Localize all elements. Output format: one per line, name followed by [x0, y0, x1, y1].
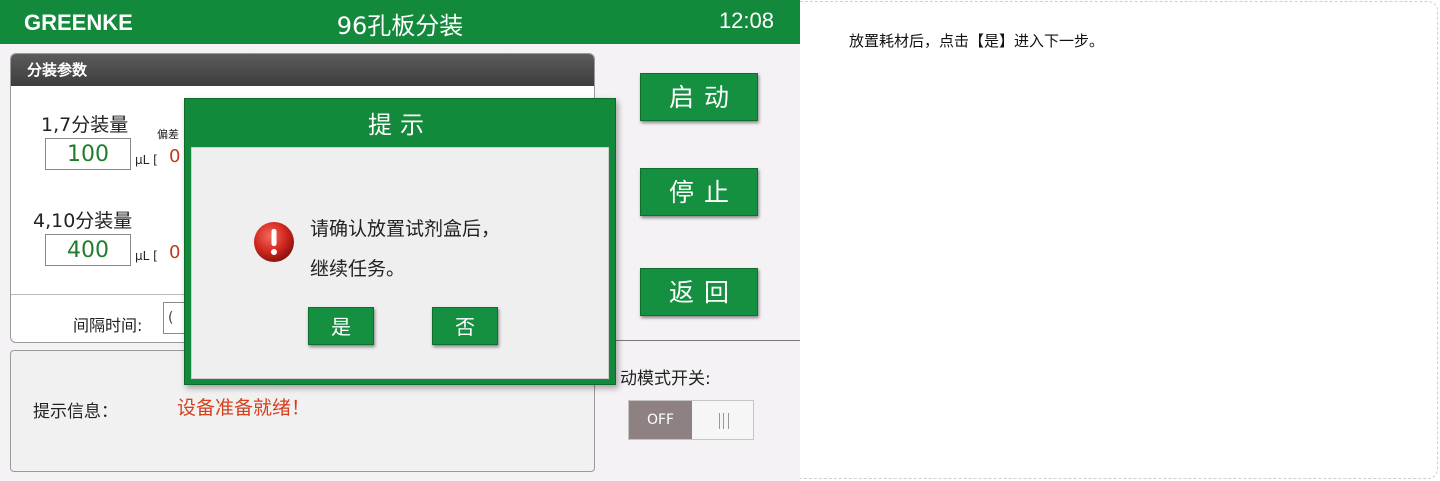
note-area: 放置耗材后，点击【是】进入下一步。 — [800, 1, 1438, 479]
deviation-4-10-value[interactable]: 0 — [169, 242, 180, 263]
top-bar: GREENKE 96孔板分装 12:08 — [0, 0, 800, 44]
right-divider — [600, 340, 800, 341]
interval-label: 间隔时间: — [73, 316, 143, 335]
volume-1-7-label: 1,7分装量 — [41, 114, 129, 136]
confirm-dialog: 提示 请确认放置试剂盒后， 继续任务。 是 否 — [184, 98, 616, 385]
params-panel-title: 分装参数 — [11, 54, 594, 86]
device-screen: GREENKE 96孔板分装 12:08 分装参数 1,7分装量 偏差 100 … — [0, 0, 800, 481]
volume-4-10-label: 4,10分装量 — [33, 210, 133, 232]
brand-logo: GREENKE — [24, 10, 133, 35]
dialog-title: 提示 — [368, 111, 432, 139]
volume-4-10-unit: μL [ — [135, 249, 158, 263]
mode-switch-label: 动模式开关: — [620, 369, 711, 389]
toggle-state-label: OFF — [629, 401, 692, 439]
back-button[interactable]: 返回 — [640, 268, 758, 316]
stop-button[interactable]: 停止 — [640, 168, 758, 216]
info-message: 设备准备就绪！ — [177, 397, 311, 419]
deviation-1-7-value[interactable]: 0 — [169, 146, 180, 167]
yes-button[interactable]: 是 — [308, 307, 374, 345]
clock: 12:08 — [718, 8, 774, 33]
dialog-message-line2: 继续任务。 — [310, 258, 406, 280]
info-label: 提示信息： — [33, 402, 118, 422]
dialog-message-line1: 请确认放置试剂盒后， — [310, 218, 501, 240]
deviation-label: 偏差 — [157, 128, 179, 141]
volume-4-10-input[interactable]: 400 — [45, 234, 131, 266]
mode-toggle[interactable]: OFF — [628, 400, 754, 440]
start-button[interactable]: 启动 — [640, 73, 758, 121]
volume-1-7-input[interactable]: 100 — [45, 138, 131, 170]
volume-1-7-unit: μL [ — [135, 153, 158, 167]
dialog-body: 请确认放置试剂盒后， 继续任务。 — [191, 147, 609, 379]
no-button[interactable]: 否 — [432, 307, 498, 345]
toggle-grip-icon — [719, 413, 729, 429]
warning-icon — [254, 222, 294, 262]
instruction-note: 放置耗材后，点击【是】进入下一步。 — [849, 32, 1105, 50]
